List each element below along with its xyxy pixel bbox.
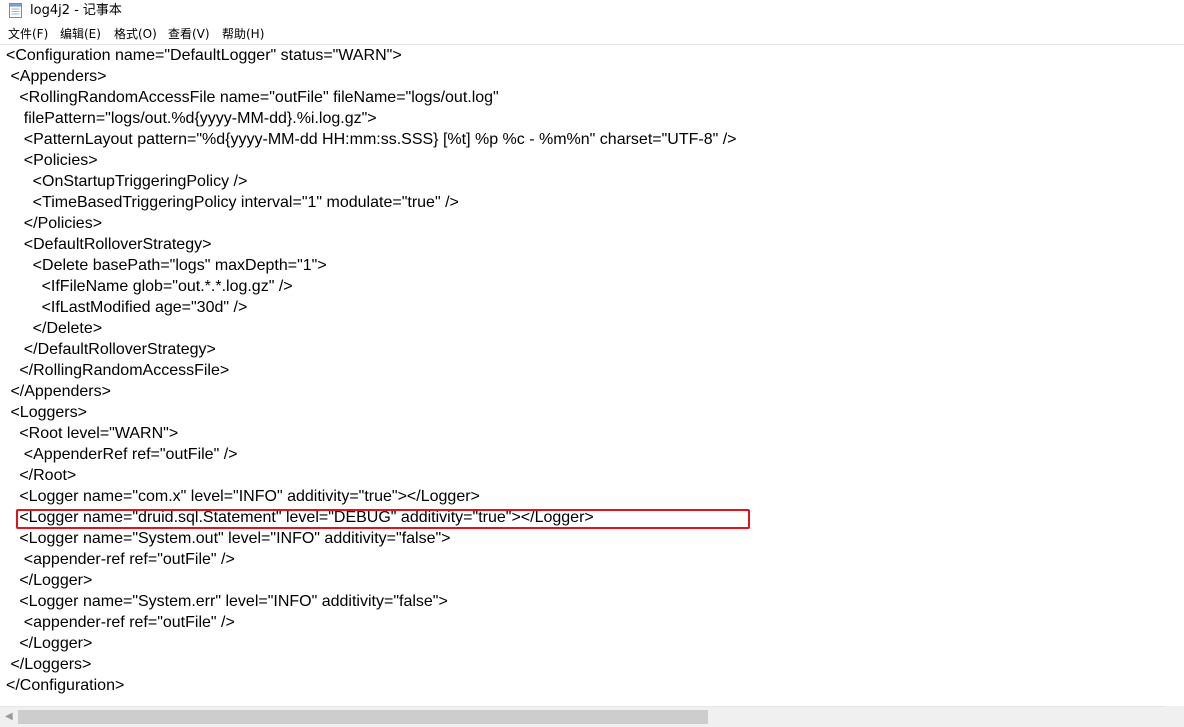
notepad-icon [9,3,22,18]
code-line: <RollingRandomAccessFile name="outFile" … [6,89,499,106]
code-line: </Logger> [6,635,93,652]
menu-edit[interactable]: 编辑(E) [60,26,101,42]
code-line: <TimeBasedTriggeringPolicy interval="1" … [6,194,459,211]
text-editor-area[interactable]: <Configuration name="DefaultLogger" stat… [0,45,1184,706]
notepad-window: log4j2 - 记事本 文件(F) 编辑(E) 格式(O) 查看(V) 帮助(… [0,0,1184,727]
title-bar[interactable]: log4j2 - 记事本 [0,0,1184,22]
menu-help[interactable]: 帮助(H) [222,26,264,42]
code-line: </Delete> [6,320,103,337]
menu-view[interactable]: 查看(V) [168,26,210,42]
code-line: <Logger name="com.x" level="INFO" additi… [6,488,480,505]
menu-bar: 文件(F) 编辑(E) 格式(O) 查看(V) 帮助(H) [0,24,1184,44]
code-line: <OnStartupTriggeringPolicy /> [6,173,248,190]
code-line: <IfLastModified age="30d" /> [6,299,248,316]
scroll-left-arrow-icon[interactable]: ◀ [5,711,13,723]
code-line: </Configuration> [6,677,125,694]
code-line: <PatternLayout pattern="%d{yyyy-MM-dd HH… [6,131,737,148]
code-line: </Appenders> [6,383,111,400]
code-line: <appender-ref ref="outFile" /> [6,614,235,631]
code-line: <Loggers> [6,404,87,421]
menu-format[interactable]: 格式(O) [114,26,157,42]
code-line: </Policies> [6,215,103,232]
code-line: <Root level="WARN"> [6,425,179,442]
code-line-highlighted: <Logger name="druid.sql.Statement" level… [6,509,594,526]
code-line: <Logger name="System.err" level="INFO" a… [6,593,448,610]
code-line: filePattern="logs/out.%d{yyyy-MM-dd}.%i.… [6,110,377,127]
code-line: </Logger> [6,572,93,589]
code-line: <Delete basePath="logs" maxDepth="1"> [6,257,327,274]
code-line: </Loggers> [6,656,92,673]
code-line: </DefaultRolloverStrategy> [6,341,216,358]
menu-file[interactable]: 文件(F) [8,26,48,42]
resize-grip[interactable] [1166,706,1184,727]
code-line: <DefaultRolloverStrategy> [6,236,212,253]
code-line: <IfFileName glob="out.*.*.log.gz" /> [6,278,293,295]
horizontal-scrollbar[interactable]: ◀ [0,706,1184,727]
scrollbar-thumb[interactable] [18,710,708,724]
code-line: <appender-ref ref="outFile" /> [6,551,235,568]
code-line: <AppenderRef ref="outFile" /> [6,446,238,463]
code-line: </Root> [6,467,77,484]
code-line: <Policies> [6,152,98,169]
code-line: </RollingRandomAccessFile> [6,362,230,379]
window-title: log4j2 - 记事本 [30,3,122,18]
code-line: <Appenders> [6,68,107,85]
code-line: <Configuration name="DefaultLogger" stat… [6,47,402,64]
code-line: <Logger name="System.out" level="INFO" a… [6,530,451,547]
